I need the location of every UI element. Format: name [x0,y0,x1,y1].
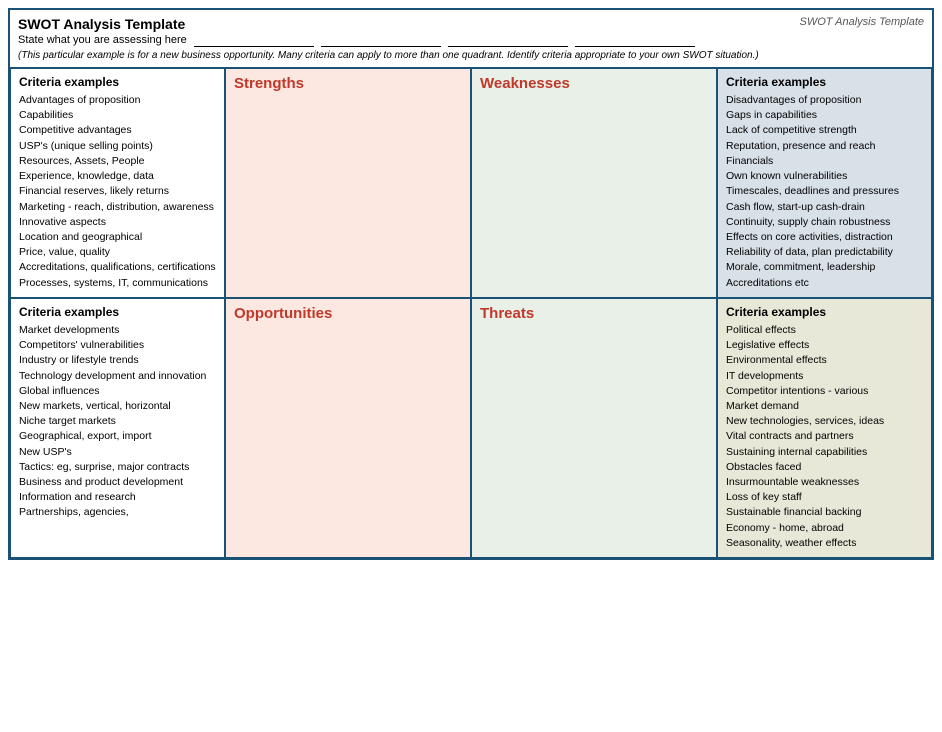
list-item: Loss of key staff [726,490,923,505]
list-item: Financial reserves, likely returns [19,184,216,199]
bottom-left-criteria-list: Market developments Competitors' vulnera… [19,323,216,521]
top-right-criteria-cell: Criteria examples Disadvantages of propo… [717,68,932,298]
list-item: Seasonality, weather effects [726,536,923,551]
list-item: Gaps in capabilities [726,108,923,123]
list-item: IT developments [726,369,923,384]
list-item: Technology development and innovation [19,369,216,384]
bottom-left-criteria-cell: Criteria examples Market developments Co… [10,298,225,558]
list-item: Lack of competitive strength [726,123,923,138]
list-item: Processes, systems, IT, communications [19,276,216,291]
list-item: Reputation, presence and reach [726,139,923,154]
list-item: Experience, knowledge, data [19,169,216,184]
bottom-right-criteria-cell: Criteria examples Political effects Legi… [717,298,932,558]
list-item: Disadvantages of proposition [726,93,923,108]
list-item: Legislative effects [726,338,923,353]
top-left-criteria-list: Advantages of proposition Capabilities C… [19,93,216,291]
list-item: Location and geographical [19,230,216,245]
list-item: Sustainable financial backing [726,505,923,520]
list-item: Innovative aspects [19,215,216,230]
header-note: (This particular example is for a new bu… [18,49,924,63]
list-item: Continuity, supply chain robustness [726,215,923,230]
list-item: Obstacles faced [726,460,923,475]
list-item: Reliability of data, plan predictability [726,245,923,260]
list-item: Own known vulnerabilities [726,169,923,184]
top-right-criteria-list: Disadvantages of proposition Gaps in cap… [726,93,923,291]
weaknesses-cell: Weaknesses [471,68,717,298]
list-item: Partnerships, agencies, [19,505,216,520]
bottom-left-criteria-heading: Criteria examples [19,305,216,319]
list-item: Market demand [726,399,923,414]
list-item: Competitors' vulnerabilities [19,338,216,353]
list-item: Advantages of proposition [19,93,216,108]
swot-template: SWOT Analysis Template SWOT Analysis Tem… [8,8,934,560]
top-left-criteria-heading: Criteria examples [19,75,216,89]
top-right-criteria-heading: Criteria examples [726,75,923,89]
list-item: Competitive advantages [19,123,216,138]
list-item: Vital contracts and partners [726,429,923,444]
threats-cell: Threats [471,298,717,558]
opportunities-cell: Opportunities [225,298,471,558]
list-item: Cash flow, start-up cash-drain [726,200,923,215]
list-item: Environmental effects [726,353,923,368]
weaknesses-heading: Weaknesses [480,75,708,92]
list-item: Effects on core activities, distraction [726,230,923,245]
list-item: New markets, vertical, horizontal [19,399,216,414]
list-item: Financials [726,154,923,169]
bottom-right-criteria-list: Political effects Legislative effects En… [726,323,923,551]
threats-heading: Threats [480,305,708,322]
list-item: Niche target markets [19,414,216,429]
list-item: Business and product development [19,475,216,490]
list-item: Accreditations etc [726,276,923,291]
list-item: Capabilities [19,108,216,123]
list-item: Market developments [19,323,216,338]
list-item: New USP's [19,445,216,460]
swot-grid: Criteria examples Advantages of proposit… [10,68,932,558]
top-left-criteria-cell: Criteria examples Advantages of proposit… [10,68,225,298]
header: SWOT Analysis Template SWOT Analysis Tem… [10,10,932,68]
list-item: Tactics: eg, surprise, major contracts [19,460,216,475]
list-item: Economy - home, abroad [726,521,923,536]
list-item: Global influences [19,384,216,399]
list-item: Morale, commitment, leadership [726,260,923,275]
subtitle: State what you are assessing here [18,34,924,47]
list-item: Marketing - reach, distribution, awarene… [19,200,216,215]
list-item: Accreditations, qualifications, certific… [19,260,216,275]
list-item: Price, value, quality [19,245,216,260]
watermark: SWOT Analysis Template [799,16,924,28]
opportunities-heading: Opportunities [234,305,462,322]
list-item: Information and research [19,490,216,505]
bottom-right-criteria-heading: Criteria examples [726,305,923,319]
list-item: USP's (unique selling points) [19,139,216,154]
list-item: Geographical, export, import [19,429,216,444]
list-item: Insurmountable weaknesses [726,475,923,490]
list-item: New technologies, services, ideas [726,414,923,429]
list-item: Timescales, deadlines and pressures [726,184,923,199]
strengths-cell: Strengths [225,68,471,298]
list-item: Resources, Assets, People [19,154,216,169]
list-item: Competitor intentions - various [726,384,923,399]
strengths-heading: Strengths [234,75,462,92]
list-item: Industry or lifestyle trends [19,353,216,368]
list-item: Sustaining internal capabilities [726,445,923,460]
list-item: Political effects [726,323,923,338]
main-title: SWOT Analysis Template [18,16,185,32]
